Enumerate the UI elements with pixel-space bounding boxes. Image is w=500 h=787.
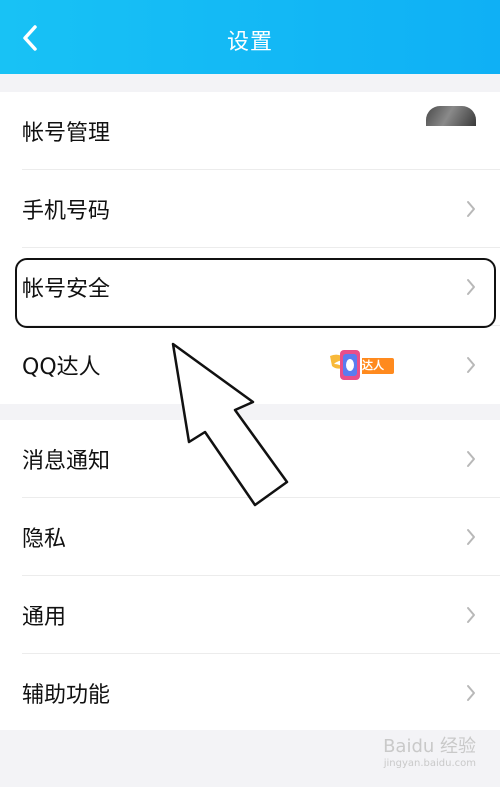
row-privacy[interactable]: 隐私 — [0, 498, 500, 576]
chevron-right-icon — [467, 529, 475, 545]
settings-group-account: 帐号管理 手机号码 帐号安全 QQ达人 达人 — [0, 92, 500, 404]
row-label: 通用 — [22, 605, 67, 630]
row-account-security[interactable]: 帐号安全 — [0, 248, 500, 326]
row-label: QQ达人 — [22, 355, 101, 380]
chevron-right-icon — [467, 451, 475, 467]
row-qq-expert[interactable]: QQ达人 达人 — [0, 326, 500, 404]
row-label: 消息通知 — [22, 449, 111, 474]
avatar — [426, 106, 476, 126]
watermark-brand: Baidu 经验 — [383, 736, 476, 757]
chevron-right-icon — [467, 279, 475, 295]
row-general[interactable]: 通用 — [0, 576, 500, 654]
watermark: Baidu 经验 jingyan.baidu.com — [383, 738, 476, 769]
row-notifications[interactable]: 消息通知 — [0, 420, 500, 498]
row-label: 帐号管理 — [22, 121, 111, 146]
row-accessibility[interactable]: 辅助功能 — [0, 654, 500, 732]
chevron-right-icon — [467, 685, 475, 701]
settings-group-general: 消息通知 隐私 通用 辅助功能 — [0, 420, 500, 730]
header-bar: 设置 — [0, 0, 500, 74]
watermark-url: jingyan.baidu.com — [383, 758, 476, 769]
chevron-right-icon — [467, 201, 475, 217]
row-label: 手机号码 — [22, 199, 111, 224]
badge-label: 达人 — [362, 359, 384, 372]
page-title: 设置 — [226, 30, 273, 55]
chevron-right-icon — [467, 607, 475, 623]
row-phone-number[interactable]: 手机号码 — [0, 170, 500, 248]
row-account-management[interactable]: 帐号管理 — [0, 92, 500, 170]
row-label: 帐号安全 — [22, 277, 111, 302]
row-label: 隐私 — [22, 527, 67, 552]
chevron-right-icon — [467, 357, 475, 373]
row-label: 辅助功能 — [22, 683, 111, 708]
